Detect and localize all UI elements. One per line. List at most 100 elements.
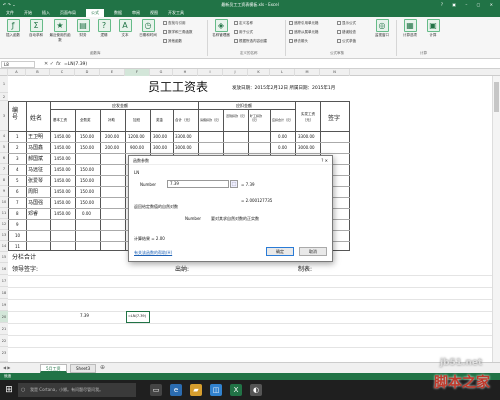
datetime-button[interactable]: ◷ 日期和时间 — [137, 19, 159, 38]
window-controls[interactable]: ? ▣ – ▢ ✕ — [441, 0, 497, 9]
recent-functions-button[interactable]: ★ 最近使用的函数 — [49, 19, 71, 43]
help-link[interactable]: 有关该函数的帮助(H) — [134, 250, 172, 256]
row-header[interactable]: 1 — [0, 76, 8, 93]
tab-formulas[interactable]: 公式 — [86, 9, 104, 17]
employee-name[interactable]: 周阳 — [28, 188, 38, 195]
employee-name[interactable]: 马国鑫 — [28, 144, 43, 151]
edge-icon[interactable]: e — [170, 384, 182, 396]
formula-input[interactable]: =LN(7.39) — [64, 61, 87, 68]
bonus[interactable]: 300.00 — [153, 134, 167, 139]
row-header[interactable]: 9 — [0, 186, 8, 197]
scroll-thumb[interactable] — [494, 82, 499, 112]
base-salary[interactable]: 1450.00 — [54, 200, 71, 205]
watch-window-button[interactable]: ◎ 监视窗口 — [372, 19, 392, 38]
deduct-total[interactable]: 0.00 — [278, 145, 287, 150]
base-salary[interactable]: 1450.00 — [54, 178, 71, 183]
base-salary[interactable]: 1450.00 — [54, 211, 71, 216]
bonus[interactable]: 300.00 — [153, 145, 167, 150]
column-header-c[interactable]: C — [50, 69, 75, 76]
fx-icon[interactable]: fx — [56, 61, 61, 67]
column-header-e[interactable]: E — [100, 69, 125, 76]
collapse-dialog-icon[interactable]: ⬚ — [230, 180, 238, 188]
remove-arrows-button[interactable]: 移去箭头 — [289, 39, 308, 44]
row-header[interactable]: 20 — [0, 311, 8, 323]
evaluate-formula-button[interactable]: 公式求值 — [337, 39, 356, 44]
row-header[interactable]: 16 — [0, 263, 8, 275]
store-icon[interactable]: ◫ — [210, 384, 222, 396]
base-salary[interactable]: 1450.00 — [54, 189, 71, 194]
employee-name[interactable]: 张爱琴 — [28, 177, 43, 184]
tab-data[interactable]: 数据 — [114, 9, 122, 17]
attendance-bonus[interactable]: 150.00 — [80, 200, 94, 205]
sheet-tab[interactable]: 5月工资 — [40, 364, 67, 373]
column-header-i[interactable]: I — [198, 69, 223, 76]
column-header-b[interactable]: B — [26, 69, 50, 76]
calc-now-button[interactable]: ▣ 计算 — [424, 19, 442, 38]
text-button[interactable]: A 文本 — [116, 19, 134, 38]
total[interactable]: 3000.00 — [175, 145, 192, 150]
row-header[interactable]: 3 — [0, 101, 8, 131]
employee-name[interactable]: 马远征 — [28, 166, 43, 173]
name-manager-button[interactable]: ◈ 名称管理器 — [211, 19, 231, 38]
row-header[interactable]: 4 — [0, 131, 8, 142]
sheet-nav-arrows[interactable]: ◀ ▶ — [3, 365, 10, 370]
total[interactable]: 3300.00 — [175, 134, 192, 139]
tab-view[interactable]: 视图 — [150, 9, 158, 17]
overtime[interactable]: 1200.00 — [128, 134, 145, 139]
trace-precedents-button[interactable]: 追踪引用单元格 — [289, 21, 319, 26]
column-header-h[interactable]: H — [173, 69, 198, 76]
tab-developer[interactable]: 开发工具 — [168, 9, 184, 17]
attendance-bonus[interactable]: 150.00 — [80, 167, 94, 172]
attendance-bonus[interactable]: 0.00 — [82, 211, 91, 216]
tab-file[interactable]: 文件 — [6, 9, 14, 17]
attendance-bonus[interactable]: 150.00 — [80, 178, 94, 183]
column-header-k[interactable]: K — [248, 69, 270, 76]
active-cell[interactable]: =LN(7.39) — [126, 311, 150, 323]
define-name-button[interactable]: 定义名称 — [234, 21, 253, 26]
sheet-tab[interactable]: Sheet3 — [70, 364, 97, 373]
select-all-corner[interactable] — [0, 69, 8, 76]
column-header-g[interactable]: G — [150, 69, 173, 76]
math-button[interactable]: 数学和三角函数 — [163, 30, 193, 35]
row-header[interactable]: 10 — [0, 197, 8, 208]
row-header[interactable]: 14 — [0, 241, 8, 252]
calc-options-button[interactable]: ▦ 计算选项 — [400, 19, 420, 38]
row-header[interactable]: 12 — [0, 219, 8, 230]
column-header-m[interactable]: M — [295, 69, 320, 76]
tab-review[interactable]: 审阅 — [132, 9, 140, 17]
column-header-j[interactable]: J — [223, 69, 248, 76]
insert-function-button[interactable]: ƒ 插入函数 — [3, 19, 23, 38]
use-in-formula-button[interactable]: 用于公式 — [234, 30, 253, 35]
tab-insert[interactable]: 插入 — [42, 9, 50, 17]
more-functions-button[interactable]: 其他函数 — [163, 39, 182, 44]
excel-icon[interactable]: X — [230, 384, 242, 396]
name-box[interactable]: L8 — [1, 61, 35, 68]
row-header[interactable]: 23 — [0, 347, 8, 362]
column-header-f[interactable]: F — [125, 69, 150, 76]
attendance-bonus[interactable]: 150.00 — [80, 189, 94, 194]
row-header[interactable]: 5 — [0, 142, 8, 153]
row-header[interactable]: 21 — [0, 323, 8, 335]
app-icon[interactable]: ◐ — [250, 384, 262, 396]
tab-page-layout[interactable]: 页面布局 — [60, 9, 76, 17]
subsidy[interactable]: 200.00 — [105, 145, 119, 150]
windows-start-icon[interactable]: ⊞ — [3, 384, 15, 396]
cancel-button[interactable]: 取消 — [299, 247, 327, 256]
number-argument-input[interactable]: 7.39 — [167, 180, 229, 188]
employee-name[interactable]: 马国强 — [28, 199, 43, 206]
error-check-button[interactable]: 错误检查 — [337, 30, 356, 35]
column-header-a[interactable]: A — [8, 69, 26, 76]
overtime[interactable]: 900.00 — [130, 145, 144, 150]
row-header[interactable]: 11 — [0, 208, 8, 219]
trace-dependents-button[interactable]: 追踪从属单元格 — [289, 30, 319, 35]
deduct-total[interactable]: 0.00 — [278, 134, 287, 139]
column-header-n[interactable]: N — [320, 69, 350, 76]
employee-name[interactable]: 邓睿 — [28, 210, 38, 217]
row-header[interactable]: 6 — [0, 153, 8, 164]
row-header[interactable]: 15 — [0, 252, 8, 263]
row-header[interactable]: 7 — [0, 164, 8, 175]
file-explorer-icon[interactable]: ▰ — [190, 384, 202, 396]
cancel-check-icons[interactable]: ✕ ✓ — [44, 61, 54, 67]
create-from-selection-button[interactable]: 根据所选内容创建 — [234, 39, 267, 44]
row-header[interactable]: 22 — [0, 335, 8, 347]
